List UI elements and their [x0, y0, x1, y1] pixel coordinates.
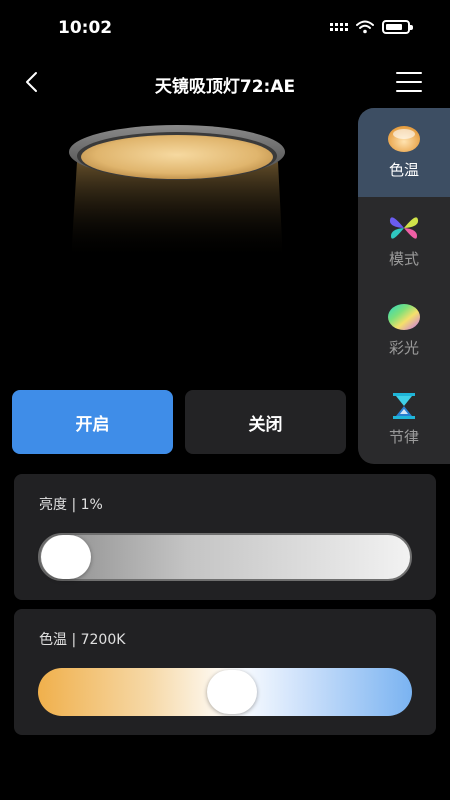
status-time: 10:02 — [58, 18, 113, 38]
brightness-label: 亮度 | 1% — [39, 497, 103, 513]
side-item-label: 模式 — [388, 250, 419, 268]
side-item-mode[interactable]: 模式 — [358, 197, 450, 286]
side-item-label: 色温 — [388, 161, 419, 179]
side-item-rainbow-light[interactable]: 彩光 — [358, 286, 450, 375]
hourglass-rhythm-icon — [387, 392, 421, 420]
page-title: 天镜吸顶灯72:AE — [154, 77, 296, 97]
ceiling-lamp-illustration — [69, 125, 285, 260]
color-temperature-label: 色温 | 7200K — [39, 632, 126, 648]
side-item-color-temperature[interactable]: 色温 — [358, 108, 450, 197]
brightness-slider[interactable] — [38, 533, 412, 581]
turn-off-button[interactable]: 关闭 — [185, 390, 346, 454]
side-item-label: 节律 — [388, 428, 419, 446]
brightness-slider-thumb[interactable] — [41, 535, 91, 579]
color-temperature-card: 色温 | 7200K — [14, 609, 436, 735]
mode-butterfly-icon — [387, 214, 421, 242]
side-item-label: 彩光 — [388, 339, 419, 357]
menu-icon[interactable] — [396, 72, 422, 92]
status-icons — [330, 20, 413, 34]
side-item-rhythm[interactable]: 节律 — [358, 375, 450, 464]
cellular-signal-icon — [330, 23, 348, 31]
brightness-card: 亮度 | 1% — [14, 474, 436, 600]
turn-on-button[interactable]: 开启 — [12, 390, 173, 454]
color-temperature-slider[interactable] — [38, 668, 412, 716]
battery-icon — [382, 20, 413, 34]
rainbow-light-icon — [387, 303, 421, 331]
wifi-icon — [356, 20, 374, 34]
color-temperature-icon — [387, 125, 421, 153]
mode-side-panel: 色温 模式 彩光 节律 — [358, 108, 450, 464]
color-temperature-slider-thumb[interactable] — [207, 670, 258, 714]
